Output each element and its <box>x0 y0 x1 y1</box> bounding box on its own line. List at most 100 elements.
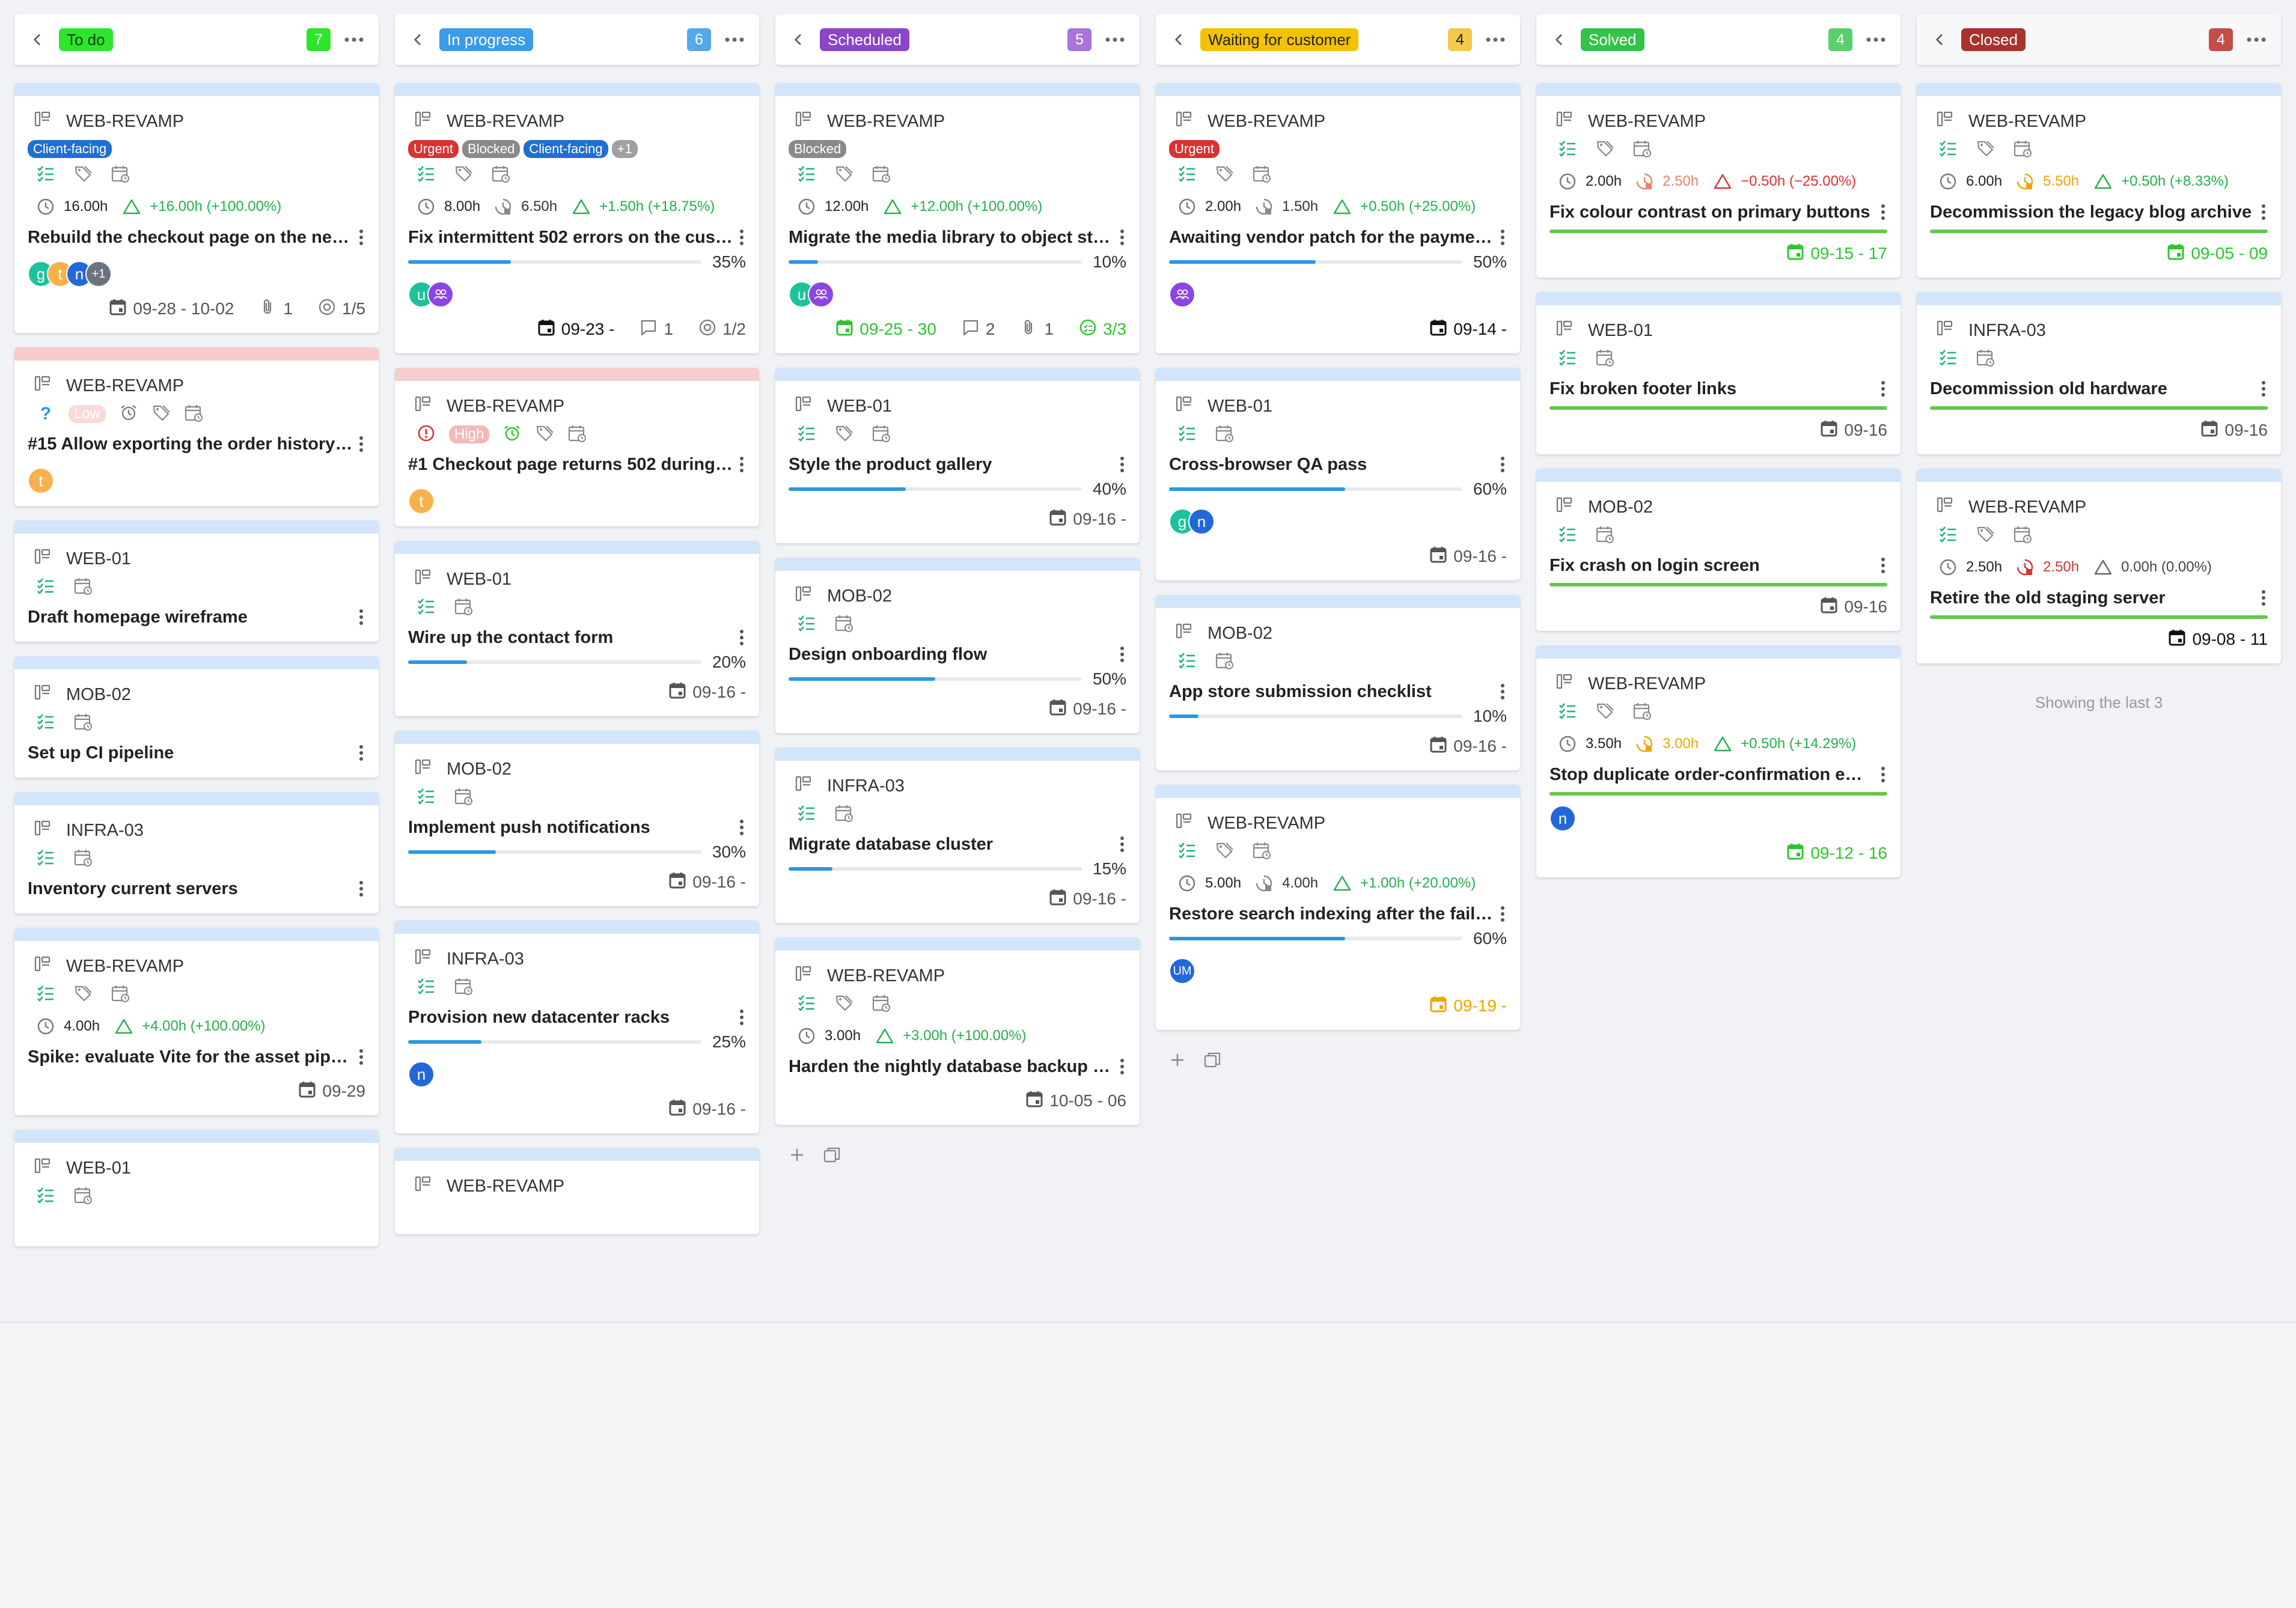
card-title[interactable]: Set up CI pipeline <box>28 743 353 763</box>
card-menu-icon[interactable] <box>1118 645 1126 663</box>
due-date[interactable]: 09-16 <box>2224 421 2268 440</box>
card-title[interactable]: Retire the old staging server <box>1930 588 2256 608</box>
card-title[interactable]: Migrate database cluster <box>789 835 1114 854</box>
project-name[interactable]: WEB-01 <box>1588 321 1653 341</box>
schedule-icon[interactable] <box>73 848 93 870</box>
task-card[interactable]: WEB-REVAMP 6.00h 5.50h +0.50h (+8.33%) Decom… <box>1917 83 2281 278</box>
due-date[interactable]: 09-16 - <box>692 1100 746 1119</box>
project-name[interactable]: WEB-01 <box>827 397 892 416</box>
column-status-badge[interactable]: Waiting for customer <box>1200 28 1359 51</box>
project-name[interactable]: WEB-REVAMP <box>447 397 564 416</box>
card-title[interactable]: Stop duplicate order-confirmation emails <box>1549 765 1875 785</box>
schedule-icon[interactable] <box>834 614 853 636</box>
task-card[interactable]: WEB-01 <box>14 1130 379 1246</box>
project-name[interactable]: WEB-REVAMP <box>1968 498 2086 517</box>
due-date[interactable]: 09-16 - <box>1073 889 1126 909</box>
checklist-icon[interactable] <box>1558 525 1577 547</box>
checklist-icon[interactable] <box>797 803 816 826</box>
project-name[interactable]: MOB-02 <box>1588 498 1653 517</box>
checklist-icon[interactable] <box>797 424 816 446</box>
collapse-chevron-icon[interactable] <box>790 31 807 48</box>
card-menu-icon[interactable] <box>1498 905 1507 923</box>
schedule-icon[interactable] <box>454 976 473 999</box>
project-name[interactable]: WEB-REVAMP <box>827 966 945 986</box>
task-card[interactable]: INFRA-03 Provision new datacenter racks 25… <box>395 921 759 1133</box>
card-menu-icon[interactable] <box>737 818 746 836</box>
column-menu-icon[interactable] <box>1105 29 1125 50</box>
avatar[interactable]: +1 <box>85 261 112 287</box>
tag-icon[interactable] <box>454 164 473 186</box>
checklist-icon[interactable] <box>1177 424 1197 446</box>
collapse-chevron-icon[interactable] <box>1170 31 1187 48</box>
checklist-icon[interactable] <box>1938 139 1958 161</box>
tag-icon[interactable] <box>1215 164 1234 186</box>
column-status-badge[interactable]: Closed <box>1961 28 2026 51</box>
tag-badge[interactable]: Client-facing <box>28 140 112 158</box>
card-title[interactable]: Rebuild the checkout page on the new des… <box>28 228 353 248</box>
schedule-icon[interactable] <box>111 164 130 186</box>
card-menu-icon[interactable] <box>1879 380 1887 398</box>
card-title[interactable]: Implement push notifications <box>408 818 734 838</box>
alarm-icon[interactable] <box>502 424 522 446</box>
checklist-icon[interactable] <box>417 976 436 999</box>
column-status-badge[interactable]: Scheduled <box>820 28 909 51</box>
card-menu-icon[interactable] <box>357 608 365 626</box>
card-title[interactable]: Fix colour contrast on primary buttons <box>1549 203 1875 222</box>
tag-icon[interactable] <box>834 993 853 1016</box>
project-name[interactable]: WEB-REVAMP <box>1208 112 1325 132</box>
task-card[interactable]: WEB-REVAMP 5.00h 4.00h +1.00h (+20.00%) Rest… <box>1156 785 1520 1030</box>
task-card[interactable]: WEB-REVAMP 2.50h 2.50h 0.00h (0.00%) Retire … <box>1917 469 2281 663</box>
task-card[interactable]: WEB-REVAMP Urgent 2.00h 1.50h +0.50h (+25.00… <box>1156 83 1520 353</box>
task-card[interactable]: WEB-01 Cross-browser QA pass 60% g n 09-16 - <box>1156 368 1520 580</box>
checklist-icon[interactable] <box>797 164 816 186</box>
card-title[interactable]: App store submission checklist <box>1169 682 1495 702</box>
due-date[interactable]: 09-23 - <box>561 320 615 339</box>
add-card-icon[interactable] <box>787 1145 807 1168</box>
duplicate-icon[interactable] <box>1203 1050 1222 1073</box>
schedule-icon[interactable] <box>1215 424 1234 446</box>
project-name[interactable]: MOB-02 <box>66 685 131 705</box>
tag-icon[interactable] <box>1215 841 1234 863</box>
schedule-icon[interactable] <box>111 984 130 1006</box>
column-status-badge[interactable]: In progress <box>439 28 534 51</box>
card-title[interactable]: Draft homepage wireframe <box>28 608 353 627</box>
card-menu-icon[interactable] <box>737 629 746 647</box>
card-title[interactable]: Migrate the media library to object stor… <box>789 228 1114 248</box>
due-date[interactable]: 09-16 - <box>692 873 746 892</box>
card-menu-icon[interactable] <box>1498 455 1507 474</box>
card-menu-icon[interactable] <box>357 228 365 246</box>
card-title[interactable]: Provision new datacenter racks <box>408 1008 734 1028</box>
due-date[interactable]: 09-16 <box>1844 421 1887 440</box>
project-name[interactable]: WEB-01 <box>447 570 511 589</box>
project-name[interactable]: WEB-REVAMP <box>1208 814 1325 833</box>
schedule-icon[interactable] <box>872 993 891 1016</box>
schedule-icon[interactable] <box>1595 348 1614 370</box>
project-name[interactable]: WEB-REVAMP <box>447 112 564 132</box>
project-name[interactable]: INFRA-03 <box>827 776 905 796</box>
project-name[interactable]: WEB-REVAMP <box>66 376 184 396</box>
checklist-icon[interactable] <box>417 787 436 809</box>
due-date[interactable]: 09-05 - 09 <box>2191 244 2268 263</box>
collapse-chevron-icon[interactable] <box>1551 31 1568 48</box>
card-menu-icon[interactable] <box>737 1008 746 1026</box>
avatar[interactable]: t <box>28 467 54 494</box>
checklist-icon[interactable] <box>1938 525 1958 547</box>
card-menu-icon[interactable] <box>2259 203 2268 221</box>
card-title[interactable]: Design onboarding flow <box>789 645 1114 665</box>
tag-icon[interactable] <box>834 164 853 186</box>
card-menu-icon[interactable] <box>737 228 746 246</box>
schedule-icon[interactable] <box>2013 525 2032 547</box>
schedule-icon[interactable] <box>184 403 203 425</box>
due-date[interactable]: 09-19 - <box>1453 996 1507 1016</box>
group-avatar[interactable] <box>808 281 834 308</box>
column-status-badge[interactable]: To do <box>59 28 113 51</box>
schedule-icon[interactable] <box>454 597 473 619</box>
checklist-icon[interactable] <box>1177 651 1197 673</box>
task-card[interactable]: MOB-02 Fix crash on login screen 09-16 <box>1536 469 1901 631</box>
tag-badge[interactable]: Client-facing <box>524 140 608 158</box>
schedule-icon[interactable] <box>454 787 473 809</box>
task-card[interactable]: MOB-02 Implement push notifications 30% 09-… <box>395 731 759 906</box>
checklist-icon[interactable] <box>36 712 55 734</box>
schedule-icon[interactable] <box>567 424 587 446</box>
tag-icon[interactable] <box>1595 701 1614 723</box>
